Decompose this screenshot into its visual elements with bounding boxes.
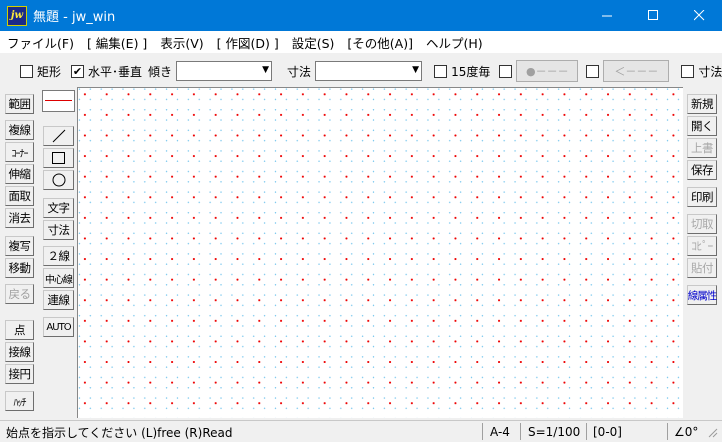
status-bar: 始点を指示してください (L)free (R)Read A-4 S=1/100 … xyxy=(0,420,722,442)
layer-display[interactable]: [0-0] xyxy=(593,423,622,441)
tool-offset[interactable]: 複線 xyxy=(5,120,34,140)
tool-corner[interactable]: ｺｰﾅｰ xyxy=(5,142,34,162)
open-button[interactable]: 開く xyxy=(687,116,717,136)
line-attribute-button[interactable]: 線属性 xyxy=(687,285,717,305)
menu-view[interactable]: 表示(V) xyxy=(153,33,209,52)
status-divider xyxy=(520,423,521,440)
tool-auto[interactable]: AUTO xyxy=(43,317,74,337)
minimize-icon xyxy=(601,15,612,17)
maximize-button[interactable] xyxy=(630,0,676,31)
save-button[interactable]: 保存 xyxy=(687,160,717,180)
deg15-label: 15度毎 xyxy=(451,64,491,79)
scale-display[interactable]: S=1/100 xyxy=(528,423,580,441)
dim-combo[interactable]: ▼ xyxy=(315,61,423,81)
tool-line[interactable] xyxy=(43,126,74,146)
tool-point[interactable]: 点 xyxy=(5,320,34,340)
menu-file[interactable]: ファイル(F) xyxy=(0,33,80,52)
cut-button[interactable]: 切取 xyxy=(687,214,717,234)
rect-label: 矩形 xyxy=(37,64,62,79)
menu-bar: ファイル(F) [ 編集(E) ] 表示(V) [ 作図(D) ] 設定(S) … xyxy=(0,31,722,53)
paper-size[interactable]: A-4 xyxy=(490,423,510,441)
tool-move[interactable]: 移動 xyxy=(5,258,34,278)
tool-rectangle[interactable] xyxy=(43,148,74,168)
hv-checkbox[interactable]: ✔ xyxy=(71,64,85,78)
angle-display[interactable]: ∠0° xyxy=(674,423,698,441)
tool-double-line[interactable]: ２線 xyxy=(43,246,74,266)
tool-center-line[interactable]: 中心線 xyxy=(43,268,74,288)
menu-draw[interactable]: [ 作図(D) ] xyxy=(210,33,285,52)
circle-icon xyxy=(52,173,65,187)
arrow-checkbox[interactable] xyxy=(586,64,600,78)
window-title: 無題 - jw_win xyxy=(33,10,116,25)
drawing-canvas[interactable] xyxy=(77,87,683,418)
menu-edit[interactable]: [ 編集(E) ] xyxy=(80,33,153,52)
dot-checkbox[interactable] xyxy=(499,64,513,78)
tool-erase[interactable]: 消去 xyxy=(5,208,34,228)
dot-line-button[interactable]: ●－－－ xyxy=(516,60,579,82)
tool-range[interactable]: 範囲 xyxy=(5,94,34,114)
overwrite-button[interactable]: 上書 xyxy=(687,138,717,158)
rectangle-icon xyxy=(51,152,65,164)
status-divider xyxy=(586,423,587,440)
tilt-combo[interactable]: ▼ xyxy=(176,61,273,81)
status-message: 始点を指示してください (L)free (R)Read xyxy=(6,425,233,440)
tilt-label: 傾き xyxy=(148,64,173,79)
rect-toggle[interactable]: 矩形 xyxy=(20,63,61,80)
hv-toggle[interactable]: ✔ 水平･垂直 xyxy=(71,63,142,80)
tool-tangent-circle[interactable]: 接円 xyxy=(5,364,34,384)
app-logo-icon[interactable]: jw xyxy=(7,5,27,26)
status-divider xyxy=(482,423,483,440)
line-icon xyxy=(52,129,65,143)
copy-button[interactable]: ｺﾋﾟｰ xyxy=(687,236,717,256)
tool-dimension[interactable]: 寸法 xyxy=(43,220,74,240)
tool-tangent[interactable]: 接線 xyxy=(5,342,34,362)
line-type-selector[interactable] xyxy=(42,90,75,112)
tool-text[interactable]: 文字 xyxy=(43,198,74,218)
status-divider xyxy=(667,423,668,440)
close-icon xyxy=(693,10,704,21)
minimize-button[interactable] xyxy=(584,0,630,31)
arrow-line-button[interactable]: ＜－－－ xyxy=(603,60,670,82)
chevron-down-icon: ▼ xyxy=(262,65,270,75)
dim2-checkbox[interactable] xyxy=(681,64,695,78)
deg15-checkbox[interactable] xyxy=(434,64,448,78)
dim2-toggle[interactable]: 寸法 xyxy=(681,63,722,80)
maximize-icon xyxy=(647,10,658,20)
title-bar: jw 無題 - jw_win xyxy=(0,0,722,31)
print-button[interactable]: 印刷 xyxy=(687,187,717,207)
chevron-down-icon: ▼ xyxy=(412,65,420,75)
tool-stretch[interactable]: 伸縮 xyxy=(5,164,34,184)
tool-copy[interactable]: 複写 xyxy=(5,236,34,256)
menu-help[interactable]: ヘルプ(H) xyxy=(419,33,489,52)
tool-undo[interactable]: 戻る xyxy=(5,284,34,304)
close-button[interactable] xyxy=(676,0,722,31)
dim2-label: 寸法 xyxy=(698,64,722,79)
paste-button[interactable]: 貼付 xyxy=(687,258,717,278)
property-toolbar: 矩形 ✔ 水平･垂直 傾き ▼ 寸法 ▼ 15度毎 ●－－－ ＜－－－ 寸法 xyxy=(0,56,722,86)
tool-chamfer[interactable]: 面取 xyxy=(5,186,34,206)
dim-label: 寸法 xyxy=(287,64,312,79)
tool-hatch[interactable]: ﾊｯﾁ xyxy=(5,391,34,411)
deg15-toggle[interactable]: 15度毎 xyxy=(434,63,490,80)
menu-other[interactable]: [その他(A)] xyxy=(340,33,419,52)
rect-checkbox[interactable] xyxy=(20,64,33,78)
hv-label: 水平･垂直 xyxy=(88,64,143,79)
new-button[interactable]: 新規 xyxy=(687,94,717,114)
tool-circle[interactable] xyxy=(43,170,74,190)
resize-grip-icon[interactable] xyxy=(706,423,718,441)
tool-continuous-line[interactable]: 連線 xyxy=(43,290,74,310)
menu-settings[interactable]: 設定(S) xyxy=(285,33,341,52)
